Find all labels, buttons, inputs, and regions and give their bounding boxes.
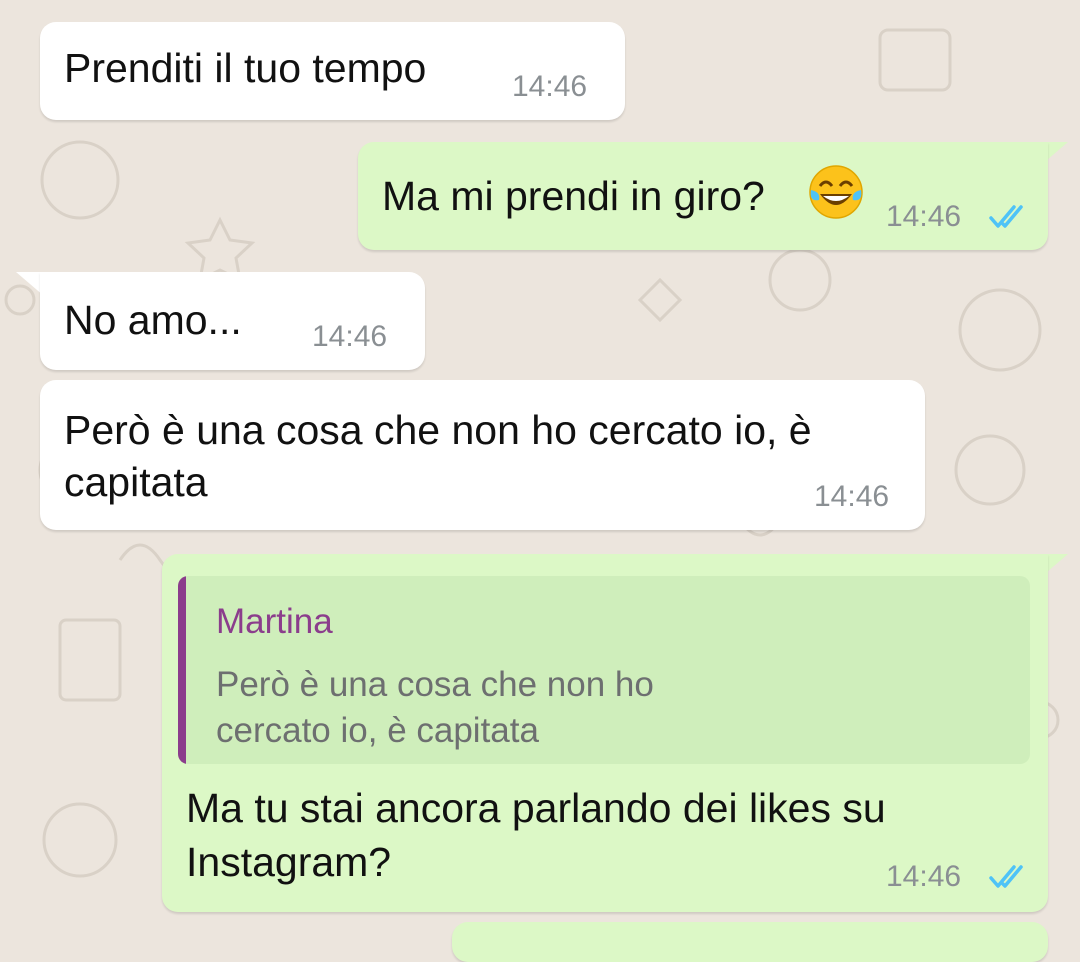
- message-bubble-outgoing[interactable]: Ma mi prendi in giro? 14:46: [358, 142, 1048, 250]
- message-timestamp: 14:46: [512, 70, 588, 103]
- message-bubble-incoming[interactable]: Però è una cosa che non ho cercato io, è…: [40, 380, 925, 530]
- quote-author: Martina: [216, 602, 333, 641]
- message-text: Ma mi prendi in giro?: [382, 173, 765, 219]
- message-text-line-2: Instagram?: [186, 839, 392, 885]
- message-text: No amo...: [64, 297, 242, 343]
- message-text-line-1: Ma tu stai ancora parlando dei likes su: [186, 785, 886, 831]
- read-receipt-icon: [989, 205, 1023, 228]
- message-text: Prenditi il tuo tempo: [64, 45, 427, 91]
- message-bubble-incoming[interactable]: No amo... 14:46: [40, 272, 425, 370]
- message-timestamp: 14:46: [886, 860, 962, 893]
- message-timestamp: 14:46: [814, 480, 890, 513]
- message-text-line-1: Però è una cosa che non ho cercato io, è: [64, 407, 812, 453]
- quote-text-line-1: Però è una cosa che non ho: [216, 665, 654, 704]
- quote-accent-bar: [178, 576, 186, 764]
- read-receipt-icon: [989, 865, 1023, 888]
- message-timestamp: 14:46: [312, 320, 388, 353]
- message-bubble-outgoing[interactable]: Martina Però è una cosa che non ho cerca…: [162, 554, 1048, 912]
- message-bubble-outgoing-partial[interactable]: [452, 922, 1048, 962]
- face-with-tears-of-joy-icon: [809, 165, 863, 219]
- quote-text-line-2: cercato io, è capitata: [216, 711, 539, 750]
- message-bubble-incoming[interactable]: Prenditi il tuo tempo 14:46: [40, 22, 625, 120]
- message-timestamp: 14:46: [886, 200, 962, 233]
- quoted-message[interactable]: Martina Però è una cosa che non ho cerca…: [178, 576, 1030, 764]
- message-text-line-2: capitata: [64, 459, 208, 505]
